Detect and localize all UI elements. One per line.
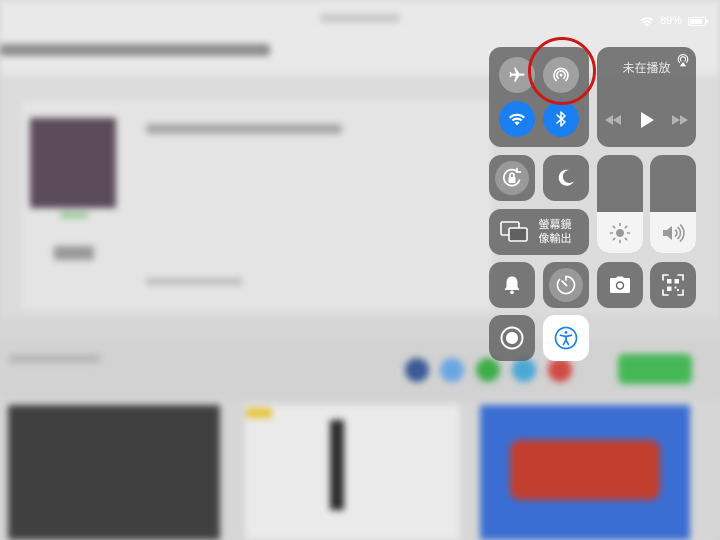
play-icon[interactable] bbox=[640, 112, 654, 128]
accessibility-icon bbox=[554, 326, 578, 350]
timer-button[interactable] bbox=[543, 262, 589, 308]
screen-mirroring-icon bbox=[500, 221, 528, 242]
camera-icon bbox=[610, 276, 630, 293]
status-bar: 89% bbox=[640, 13, 708, 29]
do-not-disturb-button[interactable] bbox=[543, 155, 589, 201]
timer-icon bbox=[556, 275, 576, 295]
speaker-icon bbox=[663, 224, 685, 242]
now-playing-title: 未在播放 bbox=[622, 61, 671, 75]
airdrop-highlight-circle bbox=[528, 37, 596, 105]
battery-percentage: 89% bbox=[659, 15, 682, 27]
wifi-toggle[interactable] bbox=[499, 101, 535, 137]
screen-mirroring-label-line2: 像輸出 bbox=[538, 232, 572, 245]
screen-mirroring-label: 螢幕鏡 像輸出 bbox=[533, 218, 577, 246]
qr-code-icon bbox=[662, 274, 684, 296]
wifi-status-icon bbox=[640, 16, 654, 26]
now-playing-module[interactable]: 未在播放 bbox=[597, 47, 696, 147]
camera-button[interactable] bbox=[597, 262, 643, 308]
bluetooth-icon bbox=[556, 111, 566, 127]
battery-icon bbox=[688, 16, 708, 26]
bell-icon bbox=[504, 276, 520, 295]
volume-slider[interactable] bbox=[650, 155, 696, 253]
screen-mirroring-label-line1: 螢幕鏡 bbox=[538, 218, 572, 231]
qr-scanner-button[interactable] bbox=[650, 262, 696, 308]
screen-mirroring-button[interactable]: 螢幕鏡 像輸出 bbox=[489, 209, 589, 255]
ring-silent-button[interactable] bbox=[489, 262, 535, 308]
brightness-slider[interactable] bbox=[597, 155, 643, 253]
accessibility-shortcut-button[interactable] bbox=[543, 315, 589, 361]
rewind-icon[interactable] bbox=[605, 115, 621, 125]
record-icon bbox=[500, 326, 524, 350]
airplane-icon bbox=[509, 67, 525, 82]
screen-recording-button[interactable] bbox=[489, 315, 535, 361]
fast-forward-icon[interactable] bbox=[672, 115, 688, 125]
orientation-lock-icon bbox=[503, 167, 522, 187]
sun-icon bbox=[609, 222, 631, 244]
moon-icon bbox=[558, 169, 574, 186]
orientation-lock-button[interactable] bbox=[489, 155, 535, 201]
wifi-icon bbox=[508, 113, 526, 126]
bluetooth-toggle[interactable] bbox=[543, 101, 579, 137]
